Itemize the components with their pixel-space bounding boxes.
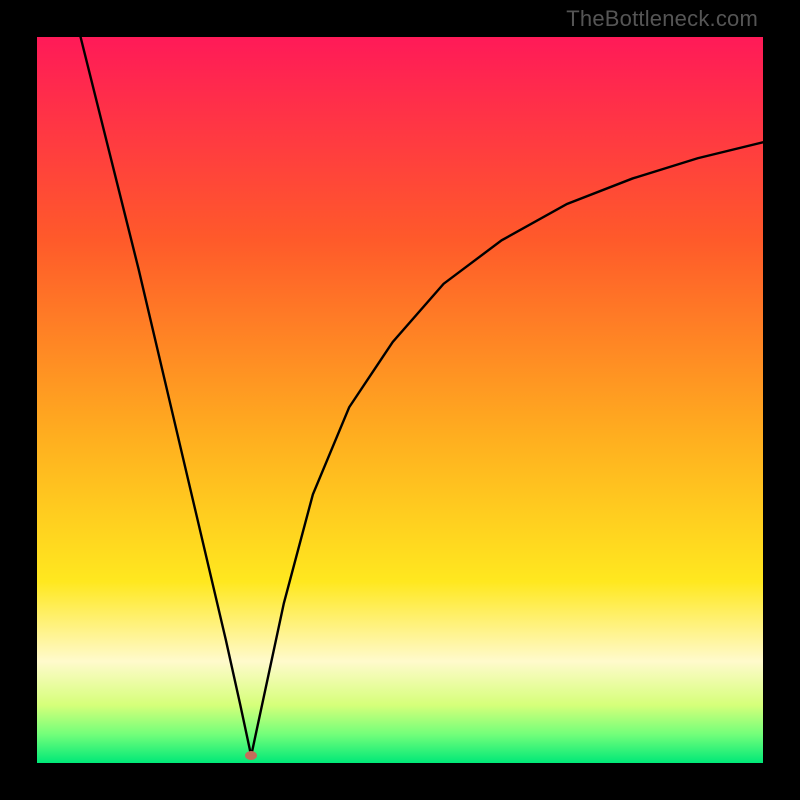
curve-layer bbox=[37, 37, 763, 763]
curve-right-branch bbox=[251, 142, 763, 755]
chart-frame: TheBottleneck.com bbox=[0, 0, 800, 800]
curve-left-branch bbox=[81, 37, 252, 756]
plot-area bbox=[37, 37, 763, 763]
watermark-text: TheBottleneck.com bbox=[566, 6, 758, 32]
